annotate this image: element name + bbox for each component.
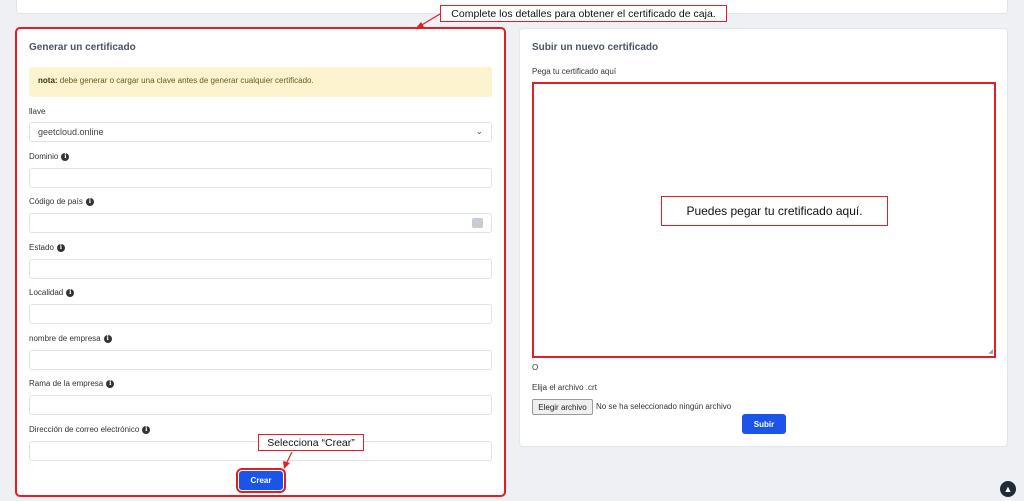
choose-file-button[interactable]: Elegir archivo (532, 399, 593, 415)
key-select[interactable]: geetcloud.online ⌄ (29, 122, 492, 142)
generate-certificate-card: Generar un certificado nota: debe genera… (15, 27, 506, 497)
chevron-down-icon: ⌄ (475, 126, 483, 136)
locality-label-text: Localidad (29, 288, 64, 297)
file-label: Elija el archivo .crt (532, 383, 597, 392)
annotation-create: Selecciona “Crear” (258, 434, 364, 451)
chevron-up-icon: ▲ (1003, 484, 1013, 494)
state-label: Estado i (29, 243, 65, 252)
country-input[interactable] (29, 213, 492, 233)
key-label-text: llave (29, 107, 46, 116)
branch-input[interactable] (29, 395, 492, 415)
state-input[interactable] (29, 259, 492, 279)
company-label: nombre de empresa i (29, 334, 112, 343)
annotation-arrow-top (419, 13, 441, 27)
info-icon[interactable]: i (106, 379, 115, 388)
state-label-text: Estado (29, 243, 54, 252)
key-select-value: geetcloud.online (38, 127, 104, 137)
file-status: No se ha seleccionado ningún archivo (596, 402, 732, 411)
annotation-top: Complete los detalles para obtener el ce… (440, 5, 727, 22)
info-icon[interactable]: i (85, 197, 94, 206)
upload-button[interactable]: Subir (742, 414, 786, 434)
warning-note: nota: debe generar o cargar una clave an… (29, 67, 492, 97)
domain-label: Dominio i (29, 152, 70, 161)
company-input[interactable] (29, 350, 492, 370)
annotation-paste: Puedes pegar tu cretificado aquí. (661, 196, 888, 226)
domain-label-text: Dominio (29, 152, 59, 161)
info-icon[interactable]: i (66, 288, 75, 297)
locality-input[interactable] (29, 304, 492, 324)
note-label: nota: (38, 76, 58, 85)
note-text: debe generar o cargar una clave antes de… (57, 76, 314, 85)
country-label-text: Código de país (29, 197, 83, 206)
or-separator: O (532, 363, 539, 372)
domain-input[interactable] (29, 168, 492, 188)
branch-label: Rama de la empresa i (29, 379, 115, 388)
info-icon[interactable]: i (56, 243, 65, 252)
upload-card-title: Subir un nuevo certificado (532, 42, 659, 53)
scroll-to-top-button[interactable]: ▲ (1000, 481, 1016, 497)
email-label-text: Dirección de correo electrónico (29, 425, 140, 434)
info-icon[interactable]: i (103, 334, 112, 343)
email-label: Dirección de correo electrónico i (29, 425, 151, 434)
upload-certificate-card: Subir un nuevo certificado Pega tu certi… (519, 28, 1008, 447)
branch-label-text: Rama de la empresa (29, 379, 104, 388)
resize-grip-icon[interactable]: ◢ (988, 348, 993, 355)
calendar-icon[interactable] (472, 218, 483, 228)
paste-label: Pega tu certificado aquí (532, 67, 617, 76)
generate-card-title: Generar un certificado (29, 42, 136, 53)
info-icon[interactable]: i (61, 152, 70, 161)
create-button[interactable]: Crear (236, 468, 286, 493)
locality-label: Localidad i (29, 288, 75, 297)
key-label: llave (29, 107, 45, 116)
country-label: Código de país i (29, 197, 94, 206)
info-icon[interactable]: i (142, 425, 151, 434)
company-label-text: nombre de empresa (29, 334, 101, 343)
